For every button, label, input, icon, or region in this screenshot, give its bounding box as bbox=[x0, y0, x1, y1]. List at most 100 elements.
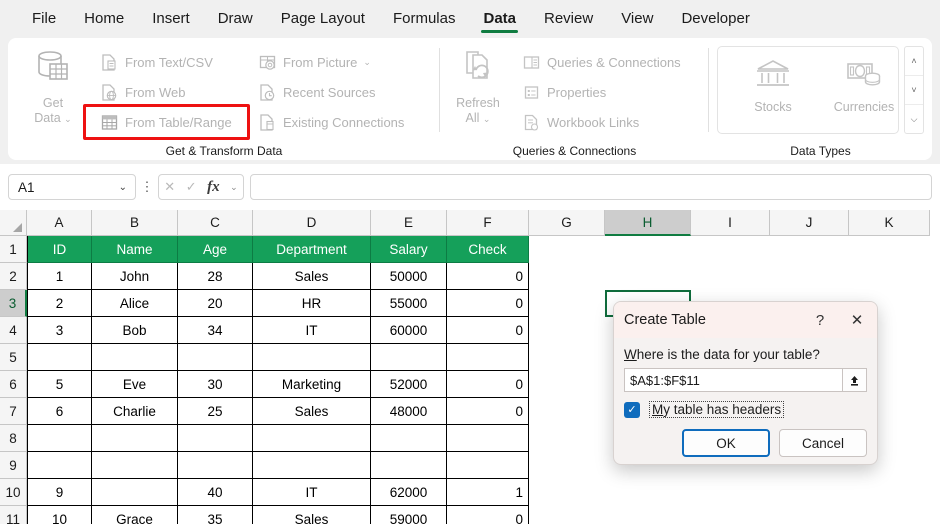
table-row-cell[interactable] bbox=[447, 425, 529, 452]
table-row-cell[interactable]: Sales bbox=[253, 398, 371, 425]
table-header-cell[interactable]: Salary bbox=[371, 236, 447, 263]
table-row-cell[interactable]: 5 bbox=[27, 371, 92, 398]
table-row-cell[interactable]: Sales bbox=[253, 263, 371, 290]
row-header-9[interactable]: 9 bbox=[0, 452, 27, 479]
table-row-cell[interactable] bbox=[178, 344, 253, 371]
headers-checkbox[interactable]: ✓ bbox=[624, 401, 640, 418]
table-row-cell[interactable] bbox=[92, 479, 178, 506]
insert-function-icon[interactable]: fx bbox=[207, 179, 220, 196]
ribbon-tab-home[interactable]: Home bbox=[70, 0, 138, 36]
table-header-cell[interactable]: Department bbox=[253, 236, 371, 263]
table-row-cell[interactable]: 50000 bbox=[371, 263, 447, 290]
from-table-range-button[interactable]: From Table/Range bbox=[100, 110, 232, 134]
column-header-C[interactable]: C bbox=[178, 210, 253, 236]
column-header-D[interactable]: D bbox=[253, 210, 371, 236]
table-row-cell[interactable]: 28 bbox=[178, 263, 253, 290]
table-row-cell[interactable] bbox=[253, 425, 371, 452]
headers-checkbox-row[interactable]: ✓ My table has headers bbox=[624, 401, 867, 418]
table-header-cell[interactable]: Name bbox=[92, 236, 178, 263]
table-row-cell[interactable]: 0 bbox=[447, 317, 529, 344]
table-row-cell[interactable]: Charlie bbox=[92, 398, 178, 425]
table-row-cell[interactable]: 30 bbox=[178, 371, 253, 398]
column-header-G[interactable]: G bbox=[529, 210, 605, 236]
row-header-4[interactable]: 4 bbox=[0, 317, 27, 344]
column-header-K[interactable]: K bbox=[849, 210, 930, 236]
table-row-cell[interactable] bbox=[447, 452, 529, 479]
column-header-F[interactable]: F bbox=[447, 210, 529, 236]
cancel-button[interactable]: Cancel bbox=[779, 429, 867, 457]
headers-checkbox-label[interactable]: My table has headers bbox=[649, 401, 785, 418]
table-header-cell[interactable]: Age bbox=[178, 236, 253, 263]
row-header-11[interactable]: 11 bbox=[0, 506, 27, 524]
cancel-icon[interactable]: ✕ bbox=[164, 179, 175, 195]
table-row-cell[interactable] bbox=[92, 344, 178, 371]
table-row-cell[interactable] bbox=[253, 452, 371, 479]
table-row-cell[interactable] bbox=[253, 344, 371, 371]
table-row-cell[interactable]: 40 bbox=[178, 479, 253, 506]
ribbon-tab-page-layout[interactable]: Page Layout bbox=[267, 0, 379, 36]
table-row-cell[interactable] bbox=[27, 344, 92, 371]
table-row-cell[interactable]: Eve bbox=[92, 371, 178, 398]
table-row-cell[interactable]: 25 bbox=[178, 398, 253, 425]
name-box[interactable]: A1 ⌄ bbox=[8, 174, 136, 200]
row-header-10[interactable]: 10 bbox=[0, 479, 27, 506]
table-row-cell[interactable]: John bbox=[92, 263, 178, 290]
column-header-I[interactable]: I bbox=[691, 210, 770, 236]
row-header-8[interactable]: 8 bbox=[0, 425, 27, 452]
column-header-A[interactable]: A bbox=[27, 210, 92, 236]
row-header-5[interactable]: 5 bbox=[0, 344, 27, 371]
column-header-H[interactable]: H bbox=[605, 210, 691, 236]
refresh-all-button[interactable]: Refresh All ⌄ bbox=[446, 48, 510, 127]
table-row-cell[interactable] bbox=[178, 425, 253, 452]
table-row-cell[interactable]: 59000 bbox=[371, 506, 447, 524]
table-row-cell[interactable]: 0 bbox=[447, 290, 529, 317]
column-header-E[interactable]: E bbox=[371, 210, 447, 236]
table-row-cell[interactable]: 0 bbox=[447, 263, 529, 290]
table-row-cell[interactable]: 0 bbox=[447, 371, 529, 398]
recent-sources-button[interactable]: Recent Sources bbox=[258, 80, 376, 104]
table-row-cell[interactable] bbox=[92, 425, 178, 452]
confirm-icon[interactable]: ✓ bbox=[186, 179, 197, 195]
table-row-cell[interactable]: 52000 bbox=[371, 371, 447, 398]
row-header-1[interactable]: 1 bbox=[0, 236, 27, 263]
table-row-cell[interactable] bbox=[178, 452, 253, 479]
table-row-cell[interactable]: Alice bbox=[92, 290, 178, 317]
queries-connections-button[interactable]: Queries & Connections bbox=[522, 50, 681, 74]
table-row-cell[interactable]: 62000 bbox=[371, 479, 447, 506]
row-header-7[interactable]: 7 bbox=[0, 398, 27, 425]
table-row-cell[interactable]: 0 bbox=[447, 398, 529, 425]
scroll-more-icon[interactable]: ⌵ bbox=[905, 104, 923, 133]
range-picker-button[interactable] bbox=[843, 368, 867, 392]
ok-button[interactable]: OK bbox=[682, 429, 770, 457]
table-row-cell[interactable] bbox=[371, 425, 447, 452]
table-row-cell[interactable]: Sales bbox=[253, 506, 371, 524]
ribbon-tab-view[interactable]: View bbox=[607, 0, 667, 36]
table-row-cell[interactable]: 60000 bbox=[371, 317, 447, 344]
formula-bar-handle[interactable]: ⋮ bbox=[136, 180, 158, 193]
table-header-cell[interactable]: ID bbox=[27, 236, 92, 263]
ribbon-tab-data[interactable]: Data bbox=[469, 0, 530, 36]
table-row-cell[interactable]: 35 bbox=[178, 506, 253, 524]
ribbon-tab-insert[interactable]: Insert bbox=[138, 0, 204, 36]
scroll-up-icon[interactable]: ˄ bbox=[905, 47, 923, 75]
row-header-3[interactable]: 3 bbox=[0, 290, 27, 317]
table-row-cell[interactable]: Bob bbox=[92, 317, 178, 344]
table-row-cell[interactable] bbox=[27, 452, 92, 479]
table-row-cell[interactable]: 34 bbox=[178, 317, 253, 344]
row-header-6[interactable]: 6 bbox=[0, 371, 27, 398]
table-row-cell[interactable]: 48000 bbox=[371, 398, 447, 425]
table-row-cell[interactable]: 10 bbox=[27, 506, 92, 524]
from-picture-button[interactable]: From Picture ⌄ bbox=[258, 50, 371, 74]
range-input[interactable]: $A$1:$F$11 bbox=[624, 368, 843, 392]
ribbon-tab-file[interactable]: File bbox=[18, 0, 70, 36]
table-row-cell[interactable]: Grace bbox=[92, 506, 178, 524]
table-row-cell[interactable]: 6 bbox=[27, 398, 92, 425]
row-header-2[interactable]: 2 bbox=[0, 263, 27, 290]
table-row-cell[interactable]: 20 bbox=[178, 290, 253, 317]
table-row-cell[interactable]: IT bbox=[253, 479, 371, 506]
close-icon[interactable]: ✕ bbox=[837, 311, 877, 329]
existing-connections-button[interactable]: Existing Connections bbox=[258, 110, 404, 134]
select-all-corner[interactable] bbox=[0, 210, 27, 236]
table-row-cell[interactable]: 55000 bbox=[371, 290, 447, 317]
table-row-cell[interactable]: 2 bbox=[27, 290, 92, 317]
